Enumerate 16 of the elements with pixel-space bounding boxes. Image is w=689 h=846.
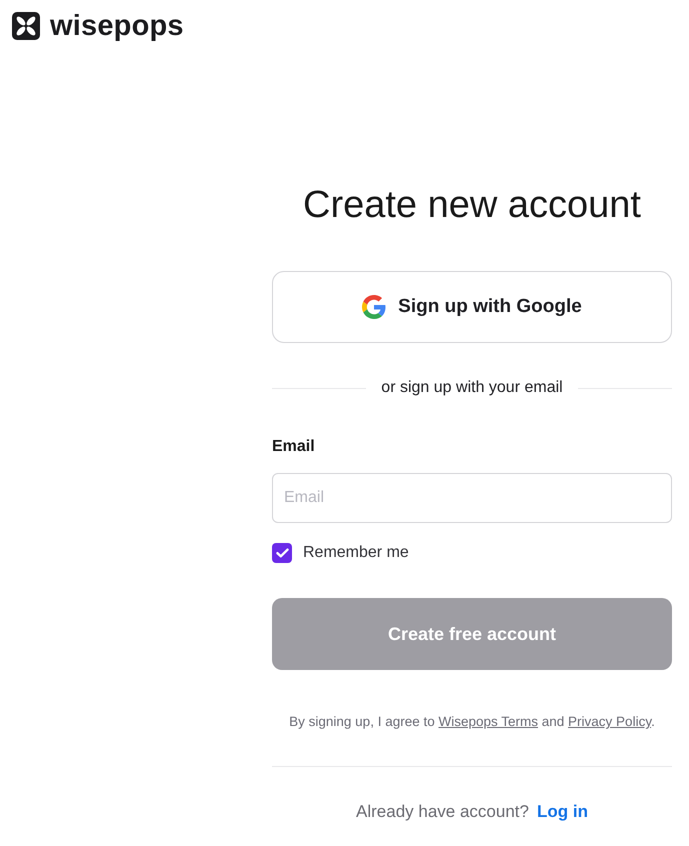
checkmark-icon — [276, 548, 288, 558]
divider-label: or sign up with your email — [381, 378, 563, 398]
email-label: Email — [272, 437, 315, 457]
terms-notice: By signing up, I agree to Wisepops Terms and Privacy Policy. — [288, 713, 656, 731]
remember-label: Remember me — [303, 543, 409, 563]
login-link[interactable]: Log in — [536, 800, 588, 824]
page-title: Create new account — [302, 183, 642, 228]
login-prompt: Already have account? — [356, 801, 529, 823]
terms-link[interactable]: Wisepops Terms — [438, 714, 538, 729]
email-input[interactable]: Email — [272, 473, 672, 523]
logo-icon — [12, 12, 40, 40]
terms-link[interactable]: Privacy Policy — [568, 714, 652, 729]
google-signup-button[interactable]: Sign up with Google — [272, 271, 672, 343]
google-logo-icon — [362, 295, 386, 319]
brand-name: wisepops — [50, 9, 184, 43]
remember-checkbox[interactable] — [272, 543, 292, 563]
